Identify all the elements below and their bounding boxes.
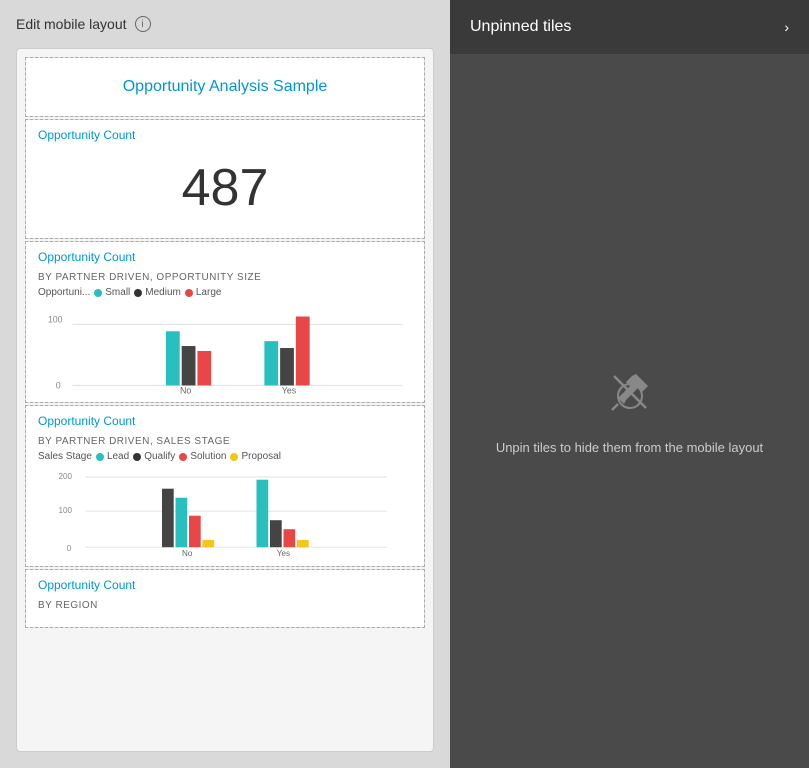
small-label: Small — [105, 287, 130, 298]
chart1-svg: 100 0 No Yes — [38, 304, 412, 394]
info-icon[interactable]: i — [135, 16, 151, 32]
right-content: Unpin tiles to hide them from the mobile… — [450, 54, 809, 768]
chart1-area: 100 0 No Yes — [38, 304, 412, 394]
svg-text:0: 0 — [56, 380, 61, 390]
chart3-tile[interactable]: Opportunity Count BY REGION — [25, 569, 425, 628]
chart1-sublabel: BY PARTNER DRIVEN, OPPORTUNITY SIZE — [38, 272, 412, 283]
svg-text:Yes: Yes — [282, 385, 297, 394]
chart2-tile[interactable]: Opportunity Count BY PARTNER DRIVEN, SAL… — [25, 405, 425, 567]
legend-solution: Solution — [179, 451, 226, 462]
lead-dot — [96, 453, 104, 461]
svg-text:No: No — [180, 385, 191, 394]
svg-text:0: 0 — [67, 544, 72, 553]
legend-prefix2: Sales Stage — [38, 451, 92, 462]
title-tile[interactable]: Opportunity Analysis Sample — [25, 57, 425, 117]
svg-text:Yes: Yes — [277, 549, 290, 558]
unpinned-title: Unpinned tiles — [470, 18, 571, 36]
chevron-right-icon[interactable]: › — [784, 19, 789, 35]
mobile-frame: Opportunity Analysis Sample Opportunity … — [16, 48, 434, 752]
legend-medium: Medium — [134, 287, 181, 298]
legend-lead: Lead — [96, 451, 129, 462]
chart1-tile[interactable]: Opportunity Count BY PARTNER DRIVEN, OPP… — [25, 241, 425, 403]
solution-label: Solution — [190, 451, 226, 462]
solution-dot — [179, 453, 187, 461]
chart1-legend: Opportuni... Small Medium Large — [38, 287, 412, 298]
legend-small: Small — [94, 287, 130, 298]
large-label: Large — [196, 287, 222, 298]
qualify-dot — [133, 453, 141, 461]
medium-label: Medium — [145, 287, 181, 298]
chart2-sublabel: BY PARTNER DRIVEN, SALES STAGE — [38, 436, 412, 447]
chart2-legend: Sales Stage Lead Qualify Solution Propos… — [38, 451, 412, 462]
legend-large: Large — [185, 287, 222, 298]
chart3-label: Opportunity Count — [38, 578, 412, 592]
chart3-sublabel: BY REGION — [38, 600, 412, 611]
unpin-description: Unpin tiles to hide them from the mobile… — [496, 440, 763, 455]
left-panel: Edit mobile layout i Opportunity Analysi… — [0, 0, 450, 768]
qualify-label: Qualify — [144, 451, 175, 462]
count-value: 487 — [38, 150, 412, 226]
svg-text:No: No — [182, 549, 193, 558]
legend-qualify: Qualify — [133, 451, 175, 462]
panel-title: Edit mobile layout — [16, 16, 127, 32]
right-header[interactable]: Unpinned tiles › — [450, 0, 809, 54]
chart1-label: Opportunity Count — [38, 250, 412, 264]
legend-prefix2-text: Sales Stage — [38, 451, 92, 462]
panel-header: Edit mobile layout i — [16, 16, 434, 32]
proposal-label: Proposal — [241, 451, 280, 462]
lead-label: Lead — [107, 451, 129, 462]
chart2-svg: 200 100 0 — [38, 468, 412, 558]
unpin-icon — [606, 368, 654, 424]
svg-text:100: 100 — [59, 506, 73, 515]
proposal-dot — [230, 453, 238, 461]
right-panel: Unpinned tiles › Unpin tiles to hide the… — [450, 0, 809, 768]
small-dot — [94, 289, 102, 297]
legend-proposal: Proposal — [230, 451, 280, 462]
chart2-label: Opportunity Count — [38, 414, 412, 428]
legend-prefix1: Opportuni... — [38, 287, 90, 298]
report-title: Opportunity Analysis Sample — [123, 78, 328, 95]
medium-dot — [134, 289, 142, 297]
chart2-area: 200 100 0 — [38, 468, 412, 558]
svg-text:200: 200 — [59, 472, 73, 481]
svg-text:100: 100 — [48, 314, 63, 324]
large-dot — [185, 289, 193, 297]
count-label: Opportunity Count — [38, 128, 412, 142]
legend-prefix-text: Opportuni... — [38, 287, 90, 298]
count-tile[interactable]: Opportunity Count 487 — [25, 119, 425, 239]
